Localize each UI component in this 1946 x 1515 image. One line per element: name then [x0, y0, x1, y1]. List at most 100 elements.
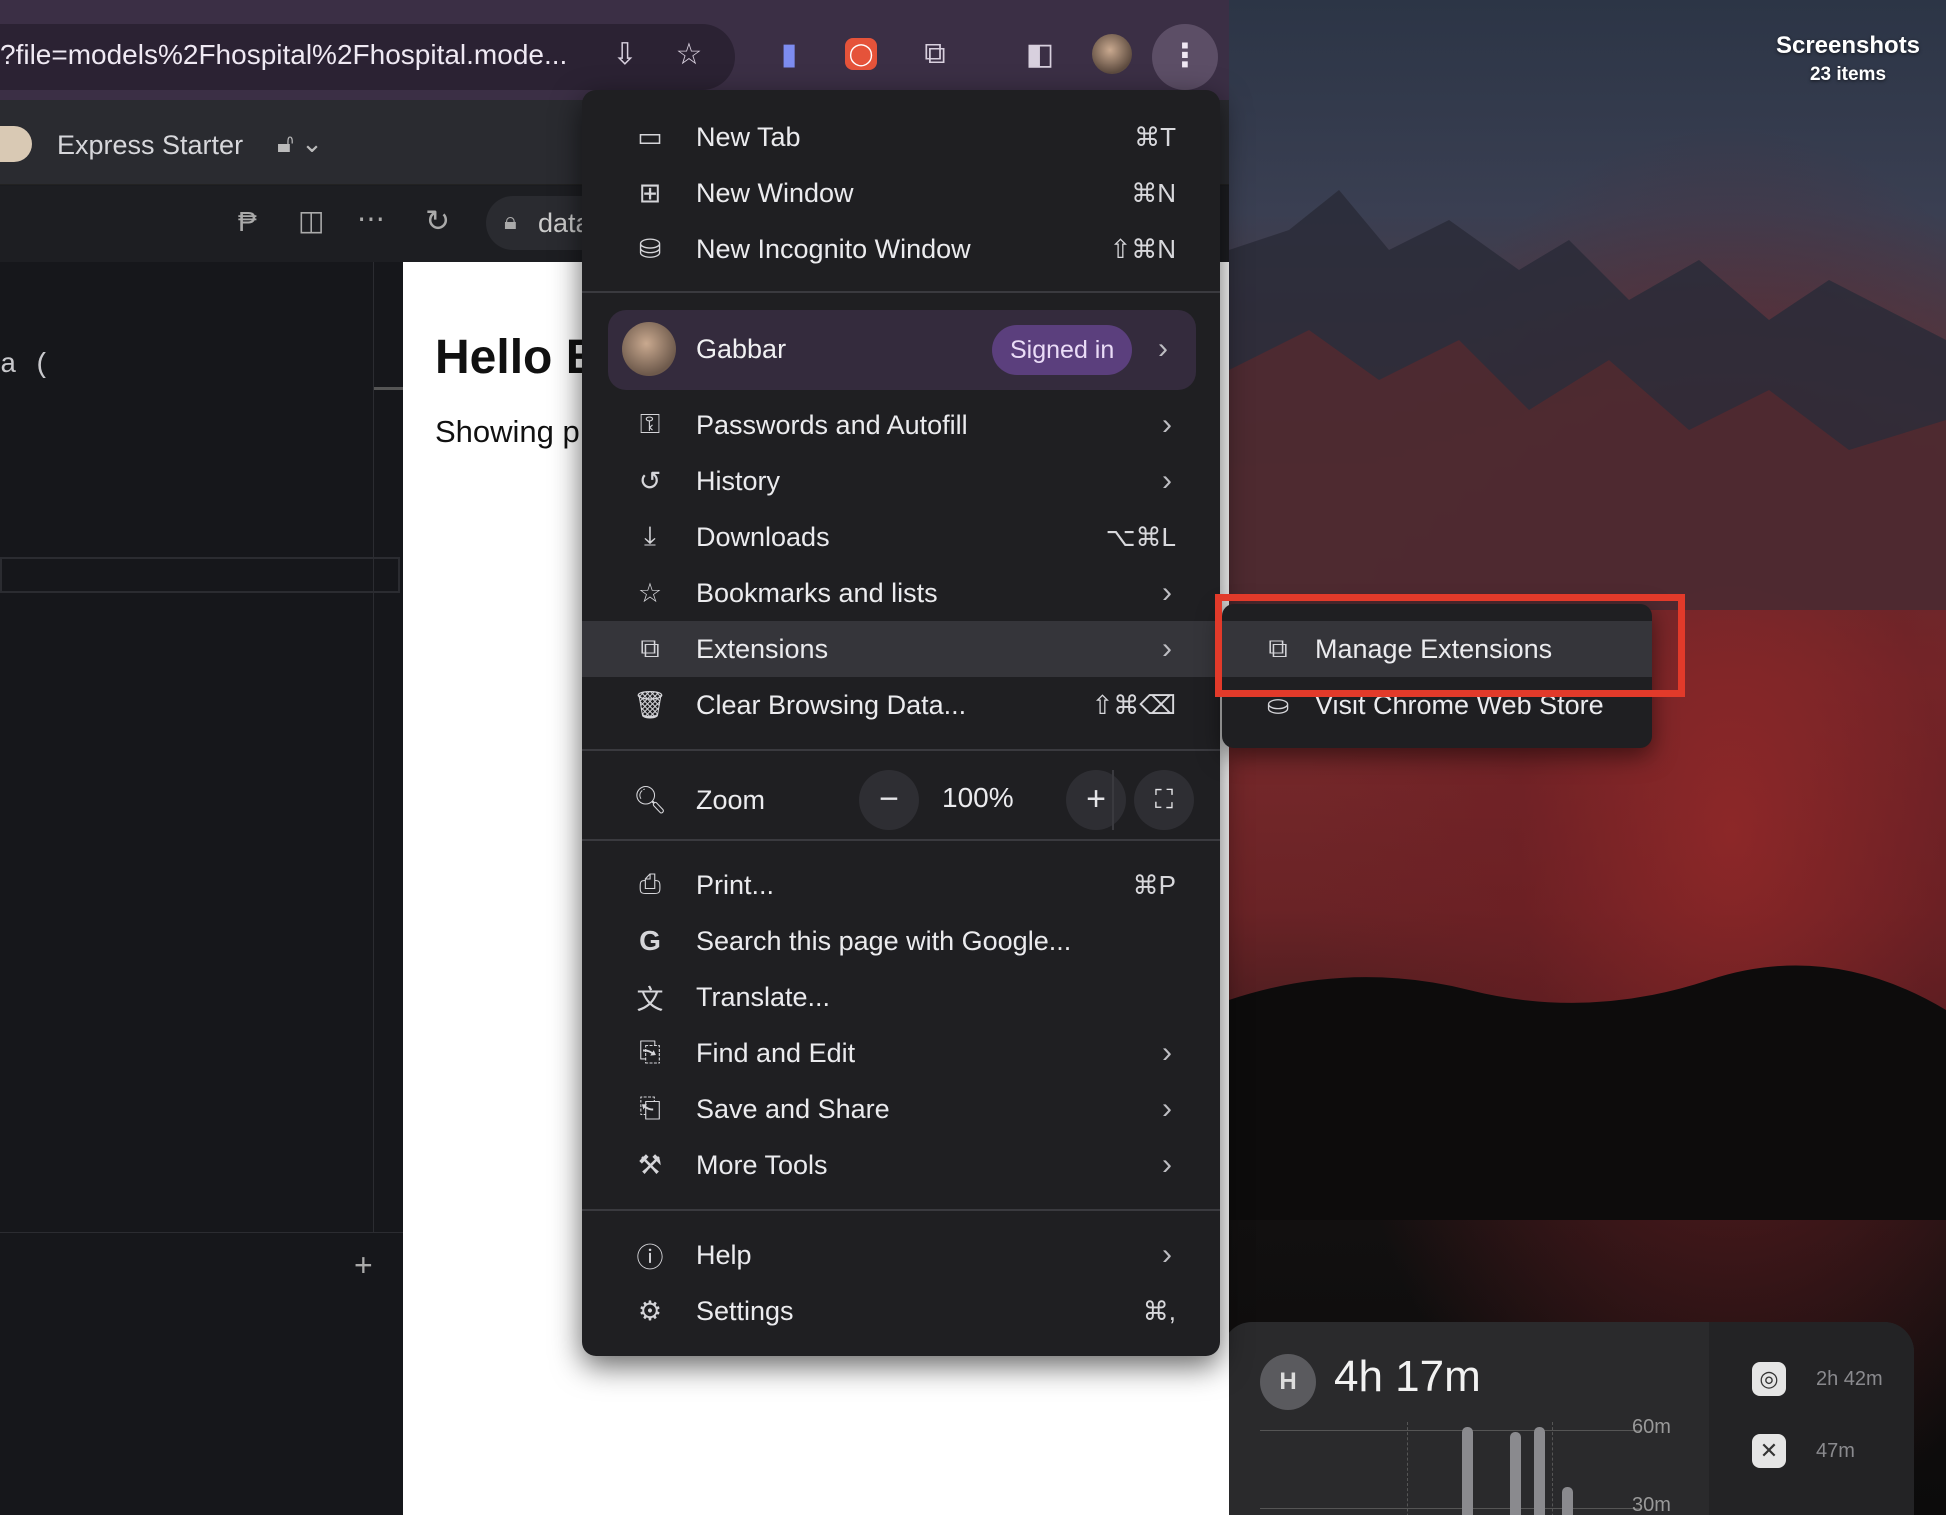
zoom-in-button[interactable]: +	[1066, 770, 1126, 830]
menu-separator	[582, 749, 1220, 751]
zoom-divider	[1112, 770, 1114, 830]
menu-label: New Incognito Window	[696, 233, 971, 264]
menu-item-translate[interactable]: 文 Translate...	[582, 969, 1220, 1025]
puzzle-icon: ⧉	[640, 633, 660, 663]
screenshots-folder[interactable]: Screenshots 23 items	[1768, 32, 1928, 86]
more-icon[interactable]: ⋯	[357, 202, 385, 235]
chevron-right-icon: ›	[1162, 464, 1172, 497]
fullscreen-icon[interactable]: ⛶	[1134, 770, 1194, 830]
prettier-icon[interactable]: ₱	[238, 206, 257, 238]
install-icon[interactable]: ⇩	[605, 34, 645, 74]
sidepanel-icon[interactable]: ◧	[1020, 34, 1060, 74]
app-avatar	[0, 126, 32, 162]
menu-item-passwords[interactable]: ⚿ Passwords and Autofill ›	[582, 397, 1220, 453]
grid-line	[1260, 1508, 1640, 1509]
annotation-highlight-box	[1215, 594, 1685, 697]
menu-item-print[interactable]: ⎙ Print... ⌘P	[582, 857, 1220, 913]
menu-item-new-incognito[interactable]: ⛁ New Incognito Window ⇧⌘N	[582, 221, 1220, 277]
usage-bar	[1562, 1487, 1573, 1515]
tick-low: 30m	[1632, 1494, 1671, 1515]
scroll-marker	[373, 387, 403, 390]
usage-bar	[1462, 1427, 1473, 1515]
url-text[interactable]: ?file=models%2Fhospital%2Fhospital.mode.…	[0, 39, 567, 71]
menu-item-history[interactable]: ↺ History ›	[582, 453, 1220, 509]
menu-item-new-window[interactable]: ⊞ New Window ⌘N	[582, 165, 1220, 221]
menu-label: Help	[696, 1239, 752, 1270]
bookmark-icon[interactable]: ▮	[769, 34, 809, 74]
menu-item-extensions[interactable]: ⧉ Extensions ›	[582, 621, 1220, 677]
app-time: 2h 42m	[1816, 1367, 1883, 1390]
total-time: 4h 17m	[1334, 1352, 1481, 1401]
user-avatar: H	[1260, 1354, 1316, 1410]
new-window-icon: ⊞	[638, 177, 662, 208]
menu-item-clear-data[interactable]: 🗑︎ Clear Browsing Data... ⇧⌘⌫	[582, 677, 1220, 733]
grid-line	[1260, 1430, 1640, 1431]
menu-label: Zoom	[696, 784, 766, 815]
project-title: Express Starter	[57, 130, 244, 160]
new-tab-icon: ▭	[637, 121, 663, 152]
menu-label: More Tools	[696, 1149, 828, 1180]
split-view-icon[interactable]: ◫	[298, 204, 324, 237]
menu-item-search-google[interactable]: G Search this page with Google...	[582, 913, 1220, 969]
menu-label: Save and Share	[696, 1093, 890, 1124]
menu-item-more-tools[interactable]: ⚒ More Tools ›	[582, 1137, 1220, 1193]
chevron-right-icon: ›	[1162, 1148, 1172, 1181]
editor-divider	[373, 262, 374, 1232]
chevron-right-icon: ›	[1162, 632, 1172, 665]
dark-ridge	[1229, 920, 1946, 1220]
profile-avatar	[622, 322, 676, 376]
menu-item-bookmarks[interactable]: ☆ Bookmarks and lists ›	[582, 565, 1220, 621]
menu-label: Find and Edit	[696, 1037, 856, 1068]
menu-item-new-tab[interactable]: ▭ New Tab ⌘T	[582, 109, 1220, 165]
code-editor[interactable]: a ( +	[0, 262, 403, 1515]
profile-name: Gabbar	[696, 334, 787, 364]
chrome-menu: ▭ New Tab ⌘T ⊞ New Window ⌘N ⛁ New Incog…	[582, 90, 1220, 1356]
extensions-icon[interactable]: ⧉	[915, 34, 955, 74]
screen-time-widget[interactable]: H 4h 17m 60m 30m ◎ 2h 42m ✕ 47m	[1222, 1322, 1914, 1515]
lock-icon[interactable]: 🔓︎ ⌄	[277, 128, 323, 160]
download-icon: ⤓	[644, 521, 656, 551]
preview-text: Showing p	[435, 414, 580, 449]
menu-item-save-share[interactable]: ⎗ Save and Share ›	[582, 1081, 1220, 1137]
menu-item-downloads[interactable]: ⤓ Downloads ⌥⌘L	[582, 509, 1220, 565]
preview-address[interactable]: 🔒︎ data	[486, 196, 596, 250]
profile-row[interactable]: Gabbar Signed in ›	[608, 310, 1196, 390]
zoom-value: 100%	[942, 782, 1014, 813]
menu-item-settings[interactable]: ⚙ Settings ⌘,	[582, 1283, 1220, 1339]
code-fragment: a (	[0, 350, 51, 381]
history-icon: ↺	[638, 465, 662, 496]
profile-avatar[interactable]	[1092, 34, 1132, 74]
app-list-panel	[1709, 1322, 1914, 1515]
reload-icon[interactable]: ↻	[425, 204, 450, 239]
browser-toolbar: ?file=models%2Fhospital%2Fhospital.mode.…	[0, 0, 1229, 100]
menu-shortcut: ⌘P	[1132, 869, 1176, 900]
chevron-right-icon: ›	[1162, 408, 1172, 441]
menu-item-find-edit[interactable]: ⎘ Find and Edit ›	[582, 1025, 1220, 1081]
chevron-right-icon: ›	[1162, 1092, 1172, 1125]
chevron-right-icon: ›	[1162, 1238, 1172, 1271]
usage-bar	[1510, 1432, 1521, 1515]
menu-label: New Tab	[696, 121, 801, 152]
menu-label: New Window	[696, 177, 854, 208]
chrome-menu-button[interactable]: ⋮	[1152, 24, 1218, 90]
find-icon: ⎘	[639, 1037, 661, 1067]
zoom-icon: 🔍︎	[632, 785, 668, 815]
toolbox-icon: ⚒	[637, 1149, 663, 1180]
zoom-out-button[interactable]: −	[859, 770, 919, 830]
menu-label: Bookmarks and lists	[696, 577, 938, 608]
menu-item-help[interactable]: ⓘ Help ›	[582, 1227, 1220, 1283]
chrome-icon: ◎	[1752, 1362, 1786, 1396]
editor-input[interactable]	[0, 557, 400, 593]
star-icon[interactable]: ☆	[669, 34, 709, 74]
add-icon[interactable]: +	[354, 1247, 373, 1284]
trash-icon: 🗑︎	[632, 690, 668, 720]
menu-label: History	[696, 465, 781, 496]
menu-shortcut: ⌥⌘L	[1105, 521, 1176, 552]
panel-divider	[0, 1232, 403, 1233]
menu-label: Clear Browsing Data...	[696, 689, 967, 720]
menu-label: Print...	[696, 869, 775, 900]
menu-separator	[582, 1209, 1220, 1211]
record-icon[interactable]: ◯	[841, 34, 881, 74]
menu-label: Settings	[696, 1295, 794, 1326]
star-icon: ☆	[637, 577, 663, 608]
